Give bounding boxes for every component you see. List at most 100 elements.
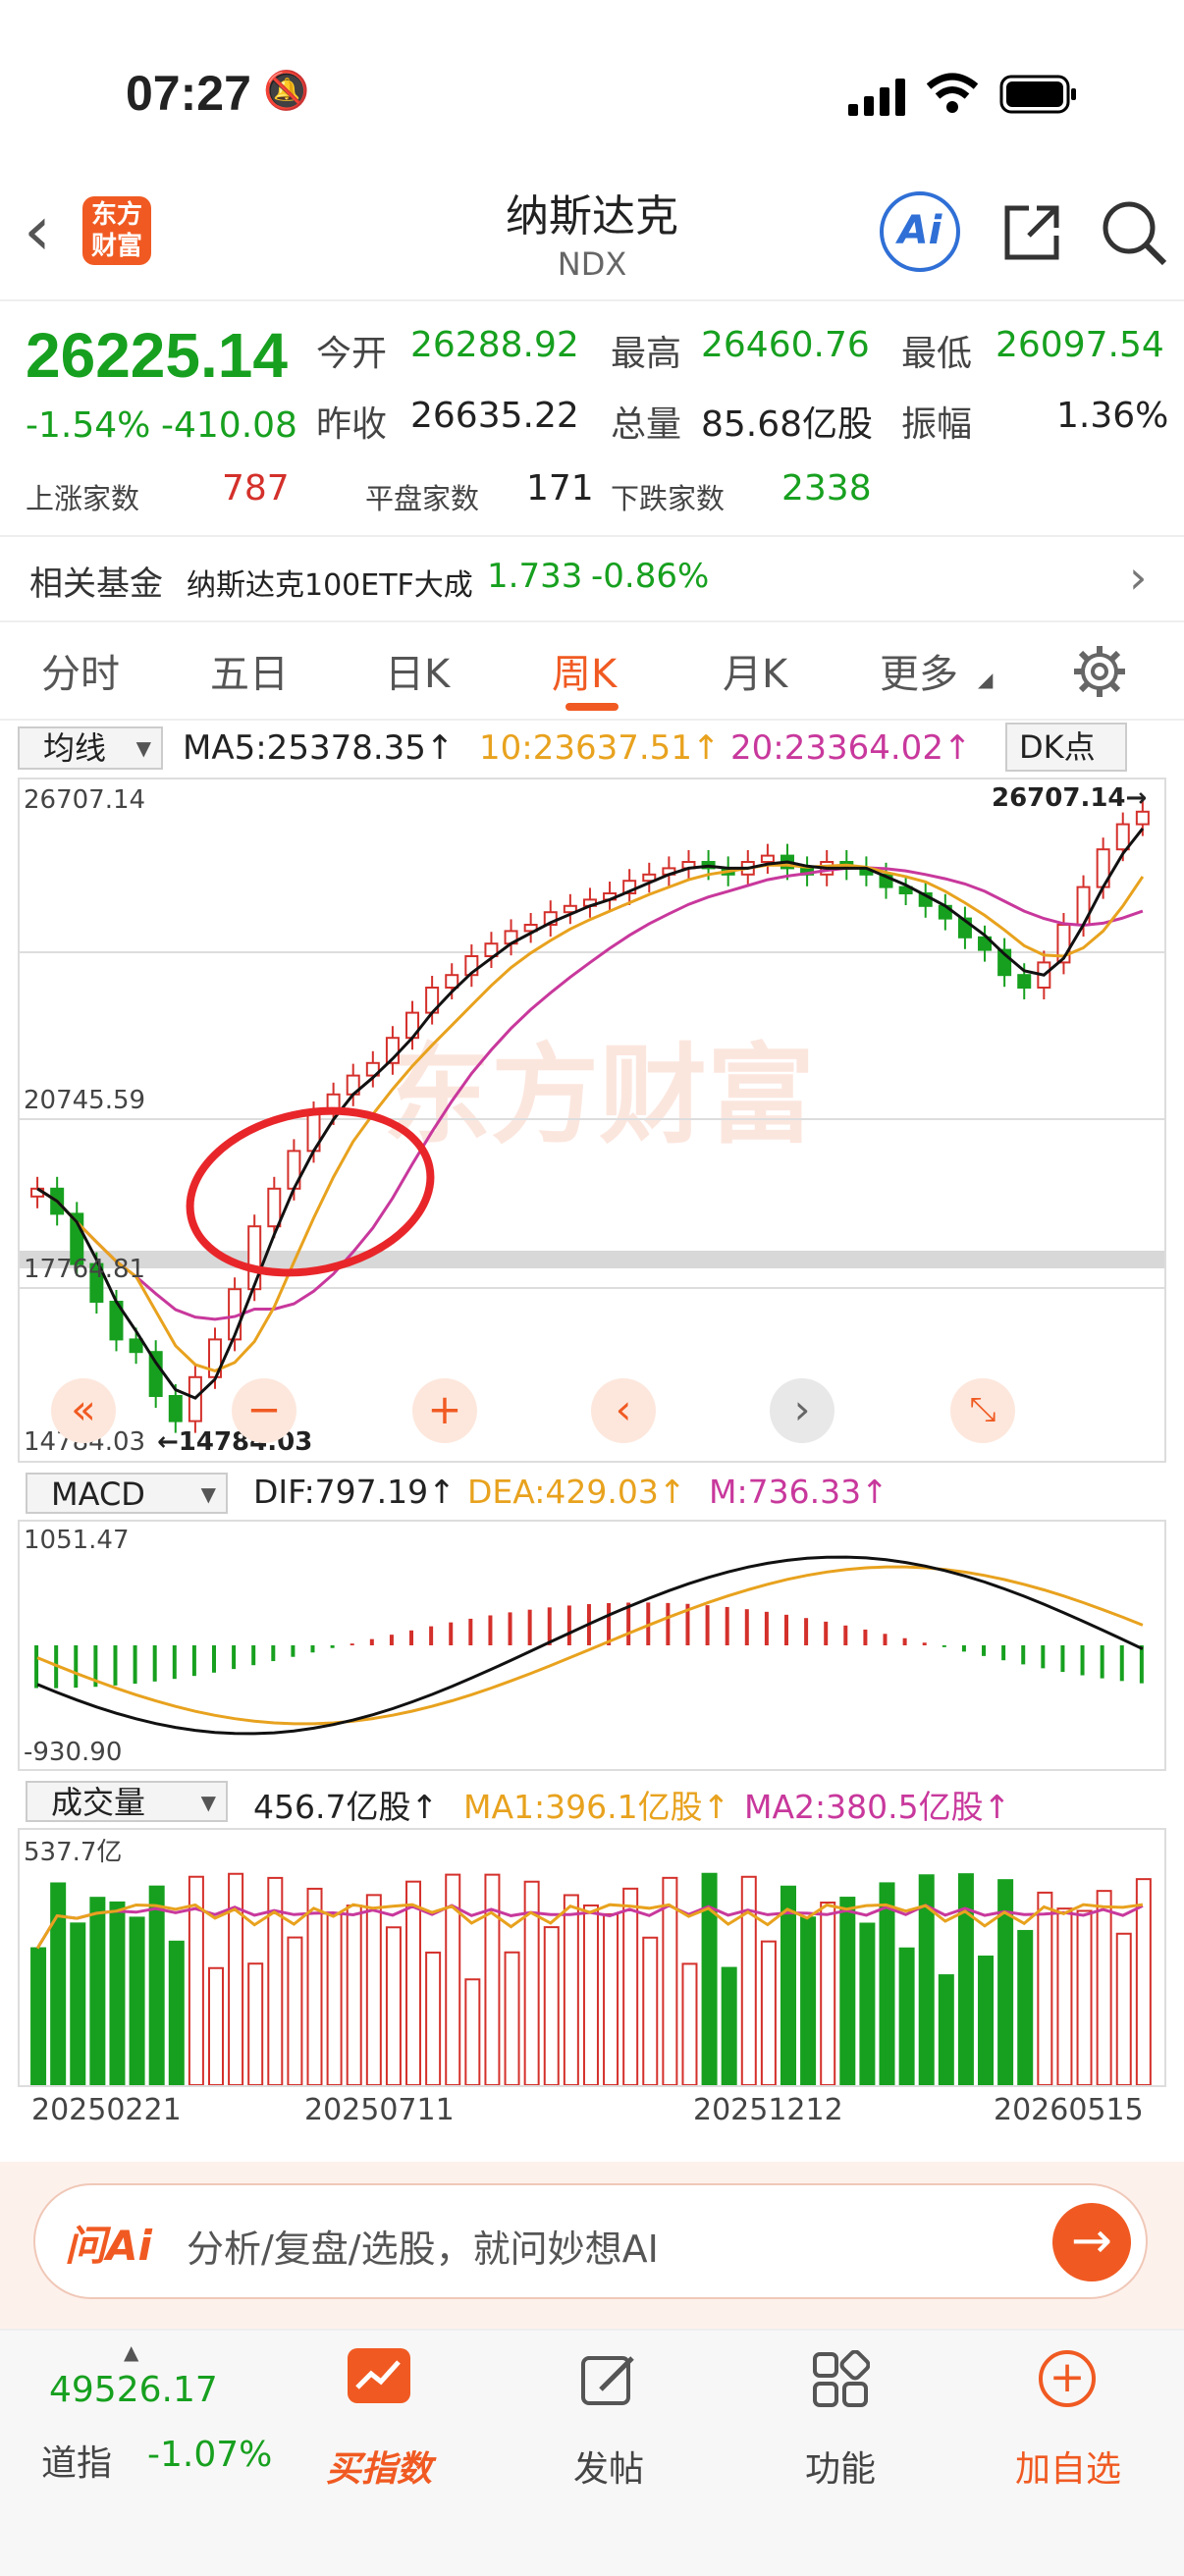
- decliners-label: 下跌家数: [611, 482, 726, 515]
- ai-placeholder: 分析/复盘/选股，就问妙想AI: [187, 2227, 659, 2271]
- settings-gear-icon[interactable]: [1072, 644, 1127, 699]
- dk-point-toggle[interactable]: DK点: [1005, 723, 1127, 772]
- kline-chart[interactable]: 东方财富 26707.14 20745.59 17764.81 14784.03…: [18, 778, 1166, 1463]
- ai-button[interactable]: Ai: [880, 191, 960, 272]
- mute-icon: 🔕: [263, 69, 310, 112]
- y-axis-max: 26707.14: [24, 785, 146, 815]
- change-value: -410.08: [161, 405, 297, 446]
- battery-icon: [999, 75, 1076, 114]
- volume-bar: [306, 1887, 323, 2085]
- chevron-right-icon: ›: [1129, 551, 1148, 604]
- high-value: 26460.76: [701, 325, 870, 365]
- max-price-marker: 26707.14→: [992, 783, 1148, 813]
- volume-bar: [740, 1875, 757, 2085]
- volume-y-max: 537.7亿: [24, 1838, 123, 1867]
- prev-close-value: 26635.22: [410, 396, 579, 436]
- volume-bar: [603, 1912, 619, 2085]
- unchanged-label: 平盘家数: [365, 482, 480, 515]
- nav-add-watchlist[interactable]: 加自选: [980, 2441, 1157, 2492]
- volume-bar: [109, 1901, 126, 2085]
- volume-bar: [1076, 1909, 1093, 2085]
- volume-bar: [267, 1876, 284, 2085]
- scroll-left-fast-icon[interactable]: «: [51, 1378, 116, 1443]
- volume-bar: [938, 1974, 954, 2085]
- tab-five-day[interactable]: 五日: [210, 642, 289, 699]
- index-ticker-name[interactable]: 道指: [41, 2435, 112, 2486]
- volume-bar: [30, 1947, 47, 2085]
- scroll-left-icon[interactable]: ‹: [591, 1378, 656, 1443]
- date-label: 20251212: [693, 2093, 843, 2127]
- macd-dea: DEA:429.03↑: [467, 1473, 686, 1511]
- fullscreen-icon[interactable]: ⤡: [950, 1378, 1015, 1443]
- volume-bar: [978, 1956, 995, 2085]
- index-ticker-pct[interactable]: -1.07%: [147, 2435, 272, 2475]
- volume-bar: [820, 1902, 836, 2085]
- fund-price: 1.733: [487, 557, 583, 596]
- tab-monthly-k[interactable]: 月K: [723, 642, 787, 699]
- scroll-right-icon[interactable]: ›: [770, 1378, 834, 1443]
- tab-weekly-k[interactable]: 周K: [552, 642, 617, 699]
- volume-bar: [780, 1885, 796, 2085]
- volume-ma2: MA2:380.5亿股↑: [744, 1788, 1011, 1826]
- advancers-label: 上涨家数: [26, 482, 140, 515]
- indicator-selector[interactable]: 均线 ▼: [18, 726, 163, 770]
- candle: [1135, 810, 1150, 826]
- grid-apps-icon[interactable]: [811, 2350, 870, 2409]
- unchanged-value: 171: [526, 468, 594, 509]
- zoom-out-icon[interactable]: −: [232, 1378, 296, 1443]
- volume-bar: [622, 1887, 639, 2085]
- add-watchlist-icon[interactable]: +: [1039, 2350, 1096, 2407]
- volume-bar: [859, 1922, 876, 2085]
- macd-y-min: -930.90: [24, 1738, 123, 1767]
- ai-brand: 问Ai: [65, 2222, 152, 2270]
- ma10-label: 10:23637.51↑: [479, 728, 721, 768]
- edit-post-icon[interactable]: [579, 2350, 638, 2409]
- volume-bar: [898, 1947, 915, 2085]
- status-bar: 07:27 🔕: [0, 0, 1184, 167]
- related-fund-bar[interactable]: 相关基金 纳斯达克100ETF大成 1.733 -0.86% ›: [0, 535, 1184, 622]
- candle: [168, 1395, 183, 1422]
- candle: [1115, 823, 1130, 851]
- ma5-label: MA5:25378.35↑: [183, 728, 455, 768]
- wifi-icon: [927, 73, 978, 113]
- macd-chart[interactable]: 1051.47 -930.90: [18, 1520, 1166, 1771]
- date-label: 20250221: [31, 2093, 182, 2127]
- nav-buy-index[interactable]: 买指数: [291, 2441, 467, 2492]
- volume-selector-label: 成交量: [51, 1784, 146, 1821]
- candle: [1017, 974, 1032, 989]
- volume-bar: [721, 1966, 737, 2085]
- amplitude-value: 1.36%: [1056, 396, 1169, 436]
- search-icon[interactable]: [1100, 198, 1168, 267]
- ai-assistant-bar: 问Ai 分析/复盘/选股，就问妙想AI →: [0, 2162, 1184, 2329]
- volume-bar: [484, 1873, 501, 2085]
- last-price: 26225.14: [26, 320, 288, 391]
- macd-selector-label: MACD: [51, 1476, 145, 1513]
- min-price-marker: ←14784.03: [157, 1427, 313, 1457]
- active-tab-indicator: [565, 703, 619, 711]
- volume-bar: [1056, 1907, 1073, 2085]
- trend-chart-icon[interactable]: [348, 2348, 410, 2403]
- candle: [445, 974, 459, 989]
- zoom-in-icon[interactable]: +: [412, 1378, 477, 1443]
- ai-query-input[interactable]: 问Ai 分析/复盘/选股，就问妙想AI →: [33, 2183, 1148, 2299]
- arrow-right-icon[interactable]: →: [1052, 2203, 1131, 2281]
- tab-daily-k[interactable]: 日K: [385, 642, 450, 699]
- share-icon[interactable]: [999, 200, 1064, 265]
- volume-selector[interactable]: 成交量 ▼: [26, 1781, 228, 1822]
- tab-more[interactable]: 更多: [880, 642, 958, 699]
- y-axis-low: 17764.81: [24, 1255, 146, 1284]
- nav-functions[interactable]: 功能: [752, 2441, 929, 2492]
- tab-intraday[interactable]: 分时: [41, 642, 120, 699]
- signal-icon: [848, 79, 905, 116]
- macd-selector[interactable]: MACD ▼: [26, 1473, 228, 1514]
- volume-chart[interactable]: 537.7亿: [18, 1828, 1166, 2087]
- index-ticker-value[interactable]: 49526.17: [49, 2370, 218, 2410]
- volume-bar: [760, 1940, 777, 2085]
- nav-post[interactable]: 发帖: [520, 2441, 697, 2492]
- header: ‹ 东方 财富 纳斯达克 NDX Ai: [0, 167, 1184, 299]
- volume-bar: [70, 1922, 86, 2085]
- volume-bar: [1037, 1891, 1053, 2085]
- fund-name: 纳斯达克100ETF大成: [187, 568, 473, 603]
- volume-bar: [681, 1962, 698, 2085]
- y-axis-mid: 20745.59: [24, 1086, 146, 1115]
